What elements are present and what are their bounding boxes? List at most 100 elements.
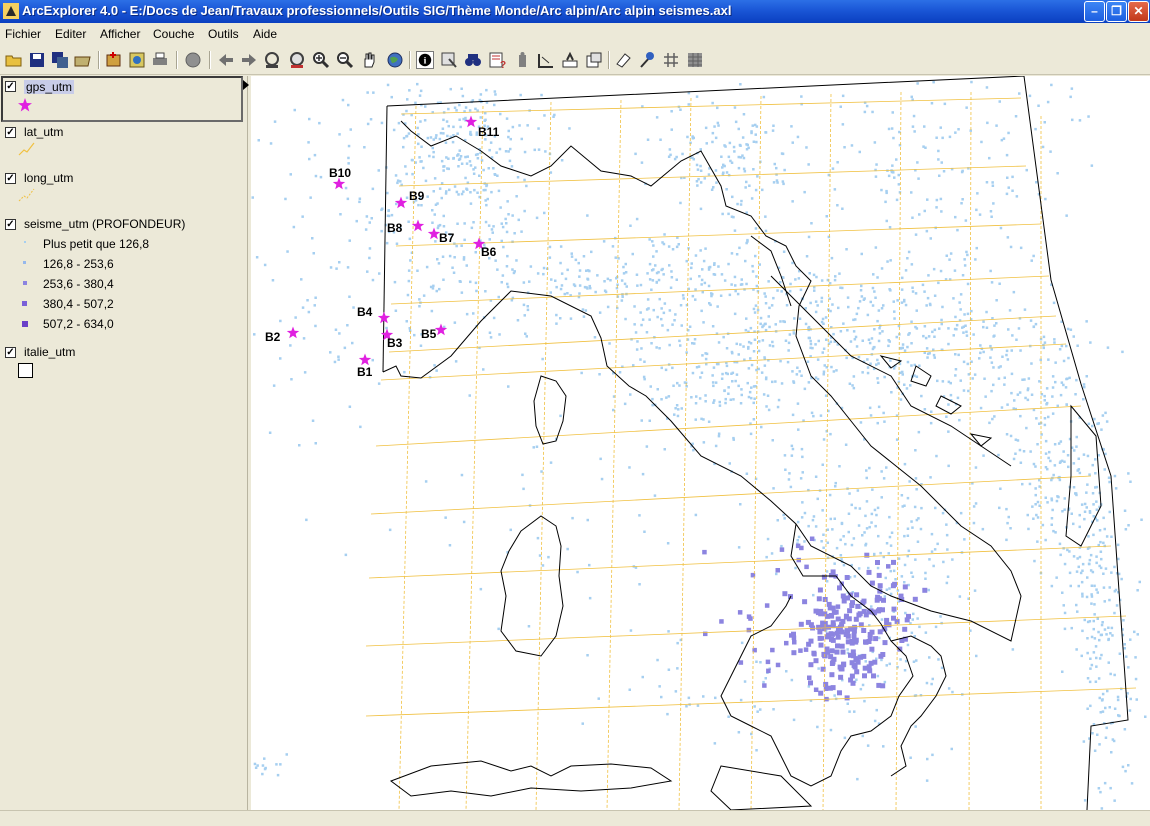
layer-checkbox[interactable]: ✓ xyxy=(5,219,16,230)
earthquake-point xyxy=(955,323,959,327)
find-icon[interactable] xyxy=(464,51,482,69)
toolbar-separator xyxy=(98,51,100,69)
hyperlink-icon[interactable] xyxy=(561,51,579,69)
layer-checkbox[interactable]: ✓ xyxy=(5,347,16,358)
earthquake-point xyxy=(970,360,973,363)
earthquake-point xyxy=(937,149,940,153)
menu-outils[interactable]: Outils xyxy=(208,27,239,41)
attribute-icon[interactable] xyxy=(513,51,531,69)
gps-station-label: B3 xyxy=(387,336,403,350)
layer-checkbox[interactable]: ✓ xyxy=(5,127,16,138)
map-view[interactable]: B1 B2 B3 B4 B5 B6 B7 B8 B9 B10 B11 xyxy=(251,76,1150,810)
earthquake-point xyxy=(699,376,702,379)
earthquake-point xyxy=(997,453,1000,457)
open-icon[interactable] xyxy=(5,51,23,69)
gps-station-star[interactable] xyxy=(394,196,408,209)
graticule-icon[interactable] xyxy=(662,51,680,69)
earthquake-point xyxy=(700,371,704,374)
maximize-button[interactable]: ❐ xyxy=(1106,1,1127,22)
earthquake-point xyxy=(869,362,872,365)
select-icon[interactable] xyxy=(440,51,458,69)
earthquake-point xyxy=(985,310,988,314)
gps-stations: B1B2 B3B4B5B6B7B8B9B10B11 xyxy=(265,115,500,379)
earthquake-point xyxy=(1053,443,1057,446)
gps-station-star[interactable] xyxy=(434,323,448,336)
zoom-layer-icon[interactable] xyxy=(288,51,306,69)
earthquake-point xyxy=(496,174,499,177)
earthquake-point xyxy=(584,309,588,312)
earthquake-point xyxy=(748,184,751,187)
pan-icon[interactable] xyxy=(360,51,378,69)
earthquake-point xyxy=(312,252,315,255)
measure-icon[interactable] xyxy=(537,51,555,69)
earthquake-point xyxy=(479,587,483,591)
open-layer-icon[interactable] xyxy=(74,51,92,69)
earthquake-point xyxy=(739,698,743,702)
earthquake-point xyxy=(1093,603,1096,606)
print-icon[interactable] xyxy=(151,51,169,69)
earthquake-point xyxy=(518,124,521,127)
earthquake-point xyxy=(510,299,514,302)
menu-couche[interactable]: Couche xyxy=(153,27,194,41)
gps-station-star[interactable] xyxy=(358,353,372,366)
close-button[interactable]: ✕ xyxy=(1128,1,1149,22)
zoom-previous-icon[interactable] xyxy=(217,51,235,69)
full-extent-icon[interactable] xyxy=(263,51,281,69)
earthquake-point xyxy=(711,374,714,377)
earthquake-point xyxy=(457,158,461,161)
layer-checkbox[interactable]: ✓ xyxy=(5,173,16,184)
identify-icon[interactable]: i xyxy=(416,51,434,69)
earthquake-point xyxy=(588,284,591,288)
earthquake-point xyxy=(670,128,673,131)
earthquake-point xyxy=(877,629,883,635)
earthquake-point xyxy=(1055,576,1058,579)
menu-fichier[interactable]: Fichier xyxy=(5,27,41,41)
earthquake-point xyxy=(366,91,369,94)
earthquake-point xyxy=(900,575,904,578)
map-canvas[interactable]: B1B2 B3B4B5B6B7B8B9B10B11 xyxy=(251,76,1150,810)
table-icon[interactable] xyxy=(686,51,704,69)
zoom-out-icon[interactable] xyxy=(336,51,354,69)
earthquake-point xyxy=(724,397,727,401)
erase-icon[interactable] xyxy=(614,51,632,69)
earthquake-point xyxy=(816,596,822,602)
save-as-icon[interactable] xyxy=(51,51,69,69)
earthquake-point xyxy=(1108,598,1111,602)
earthquake-point xyxy=(1019,349,1022,352)
earthquake-point xyxy=(914,449,917,452)
earthquake-point xyxy=(666,328,670,332)
earthquake-point xyxy=(585,269,588,272)
earthquake-point xyxy=(490,228,494,231)
menu-aide[interactable]: Aide xyxy=(253,27,277,41)
tool-icon[interactable] xyxy=(638,51,656,69)
buffer-icon[interactable] xyxy=(585,51,603,69)
zoom-in-icon[interactable] xyxy=(312,51,330,69)
gps-station-star[interactable] xyxy=(411,219,425,232)
add-image-icon[interactable] xyxy=(128,51,146,69)
zoom-next-icon[interactable] xyxy=(240,51,258,69)
globe-icon[interactable] xyxy=(386,51,404,69)
earthquake-point xyxy=(685,259,688,263)
collapse-arrow-icon[interactable] xyxy=(243,80,249,90)
query-icon[interactable]: ? xyxy=(488,51,506,69)
menu-editer[interactable]: Editer xyxy=(55,27,86,41)
earthquake-point xyxy=(640,419,643,422)
earthquake-point xyxy=(639,311,642,314)
stop-icon[interactable] xyxy=(184,51,202,69)
layer-checkbox[interactable]: ✓ xyxy=(5,81,16,92)
earthquake-point xyxy=(945,581,949,585)
earthquake-point xyxy=(458,103,461,107)
minimize-button[interactable]: – xyxy=(1084,1,1105,22)
earthquake-point xyxy=(1049,150,1052,153)
gps-station-star[interactable] xyxy=(286,326,300,339)
add-layer-icon[interactable] xyxy=(105,51,123,69)
earthquake-point xyxy=(711,325,715,328)
menu-afficher[interactable]: Afficher xyxy=(100,27,140,41)
earthquake-point xyxy=(729,159,732,163)
earthquake-point xyxy=(714,381,718,384)
earthquake-point xyxy=(468,394,471,397)
save-icon[interactable] xyxy=(28,51,46,69)
earthquake-point xyxy=(820,296,824,300)
earthquake-point xyxy=(991,184,995,187)
earthquake-point xyxy=(926,198,929,201)
